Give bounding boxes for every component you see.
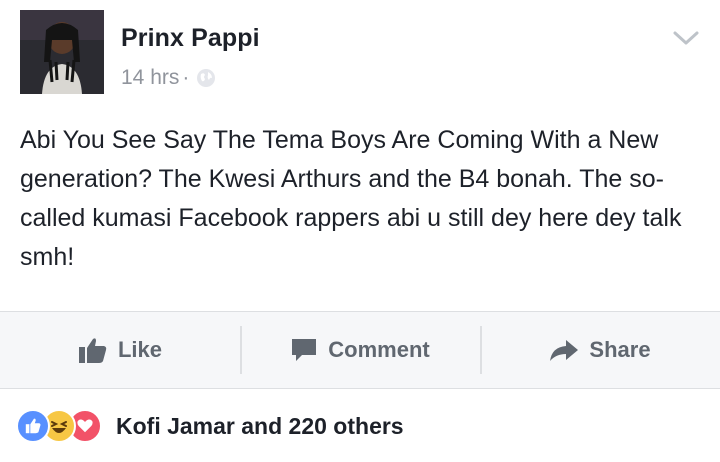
like-button[interactable]: Like	[0, 312, 240, 388]
meta-separator: ·	[182, 66, 190, 89]
post-text: Abi You See Say The Tema Boys Are Coming…	[20, 126, 682, 271]
comment-button[interactable]: Comment	[240, 312, 480, 388]
globe-icon	[196, 68, 216, 88]
comment-icon	[292, 339, 317, 361]
like-label: Like	[117, 337, 163, 362]
chevron-down-icon[interactable]	[672, 28, 700, 48]
reactions-row[interactable]: Kofi Jamar and 220 others	[0, 390, 720, 462]
post-timestamp[interactable]: 14 hrs	[121, 66, 179, 90]
share-arrow-icon	[550, 340, 579, 361]
avatar[interactable]	[20, 10, 104, 94]
comment-label: Comment	[328, 337, 430, 362]
thumbs-up-icon	[78, 338, 107, 363]
like-reaction-icon	[16, 409, 50, 443]
share-label: Share	[589, 337, 651, 362]
reaction-icons	[16, 409, 102, 443]
action-bar: Like Comment Share	[0, 311, 720, 389]
post-meta: 14 hrs ·	[121, 66, 216, 90]
post-header: Prinx Pappi 14 hrs ·	[0, 0, 720, 110]
author-name[interactable]: Prinx Pappi	[121, 24, 260, 53]
share-button[interactable]: Share	[480, 312, 720, 388]
reactions-summary[interactable]: Kofi Jamar and 220 others	[116, 413, 404, 440]
